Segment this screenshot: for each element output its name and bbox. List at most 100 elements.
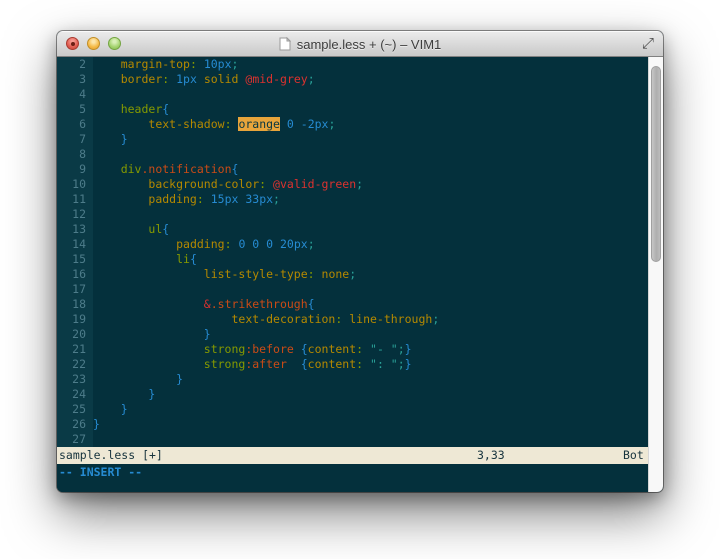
code-line[interactable]: 16 list-style-type: none;: [57, 267, 648, 282]
search-highlight: orange: [238, 117, 280, 131]
code-line[interactable]: 24 }: [57, 387, 648, 402]
code-token: {: [301, 357, 308, 371]
code-line[interactable]: 23 }: [57, 372, 648, 387]
code-token: [93, 132, 121, 146]
code-line[interactable]: 21 strong:before {content: "- ";}: [57, 342, 648, 357]
code-text: }: [93, 387, 648, 402]
code-text: div.notification{: [93, 162, 648, 177]
code-token: div: [121, 162, 142, 176]
code-text: &.strikethrough{: [93, 297, 648, 312]
code-token: [93, 357, 204, 371]
code-line[interactable]: 6 text-shadow: orange 0 -2px;: [57, 117, 648, 132]
code-line[interactable]: 5 header{: [57, 102, 648, 117]
code-line[interactable]: 25 }: [57, 402, 648, 417]
code-line[interactable]: 4: [57, 87, 648, 102]
code-line[interactable]: 11 padding: 15px 33px;: [57, 192, 648, 207]
code-token: 0 -2px: [287, 117, 329, 131]
code-token: ;: [308, 237, 315, 251]
code-line[interactable]: 22 strong:after {content: ": ";}: [57, 357, 648, 372]
code-token: text-decoration: [231, 312, 335, 326]
line-number: 9: [57, 162, 93, 177]
minimize-button[interactable]: [87, 37, 100, 50]
line-number: 3: [57, 72, 93, 87]
code-line[interactable]: 27: [57, 432, 648, 447]
code-token: [93, 222, 148, 236]
code-token: }: [93, 417, 100, 431]
code-token: [93, 387, 148, 401]
code-text: text-shadow: orange 0 -2px;: [93, 117, 648, 132]
code-line[interactable]: 18 &.strikethrough{: [57, 297, 648, 312]
code-token: @mid-grey: [245, 72, 307, 86]
code-line[interactable]: 2 margin-top: 10px;: [57, 57, 648, 72]
code-line[interactable]: 17: [57, 282, 648, 297]
line-number: 12: [57, 207, 93, 222]
code-line[interactable]: 14 padding: 0 0 0 20px;: [57, 237, 648, 252]
vim-command-line: -- INSERT --: [57, 464, 648, 492]
code-token: [93, 237, 176, 251]
editor-area: 2 margin-top: 10px;3 border: 1px solid @…: [57, 57, 663, 492]
code-line[interactable]: 19 text-decoration: line-through;: [57, 312, 648, 327]
code-token: [93, 177, 148, 191]
code-text: ul{: [93, 222, 648, 237]
code-line[interactable]: 12: [57, 207, 648, 222]
code-text: [93, 207, 648, 222]
code-text: list-style-type: none;: [93, 267, 648, 282]
code-text: }: [93, 132, 648, 147]
code-text: [93, 432, 648, 447]
code-token: 0 0 0 20px: [238, 237, 307, 251]
code-text: background-color: @valid-green;: [93, 177, 648, 192]
line-number: 21: [57, 342, 93, 357]
line-number: 19: [57, 312, 93, 327]
code-token: {: [162, 222, 169, 236]
code-buffer[interactable]: 2 margin-top: 10px;3 border: 1px solid @…: [57, 57, 648, 447]
code-line[interactable]: 15 li{: [57, 252, 648, 267]
code-token: [204, 192, 211, 206]
code-line[interactable]: 3 border: 1px solid @mid-grey;: [57, 72, 648, 87]
code-line[interactable]: 9 div.notification{: [57, 162, 648, 177]
fullscreen-icon[interactable]: ⤢: [639, 34, 657, 52]
line-number: 14: [57, 237, 93, 252]
line-number: 17: [57, 282, 93, 297]
zoom-button[interactable]: [108, 37, 121, 50]
code-token: }: [121, 402, 128, 416]
line-number: 8: [57, 147, 93, 162]
code-token: [280, 117, 287, 131]
code-token: {: [301, 342, 308, 356]
scrollbar-track[interactable]: [648, 57, 663, 492]
code-token: "- ": [370, 342, 398, 356]
code-text: }: [93, 327, 648, 342]
code-token: margin-top: [121, 57, 190, 71]
code-token: [363, 342, 370, 356]
code-token: {: [190, 252, 197, 266]
code-text: [93, 282, 648, 297]
close-button[interactable]: [66, 37, 79, 50]
code-token: ;: [349, 267, 356, 281]
window-titlebar[interactable]: sample.less + (~) – VIM1 ⤢: [57, 31, 663, 57]
code-line[interactable]: 10 background-color: @valid-green;: [57, 177, 648, 192]
code-token: [93, 117, 148, 131]
code-token: [93, 327, 204, 341]
code-token: ;: [398, 342, 405, 356]
code-line[interactable]: 26}: [57, 417, 648, 432]
line-number: 7: [57, 132, 93, 147]
line-number: 15: [57, 252, 93, 267]
code-line[interactable]: 13 ul{: [57, 222, 648, 237]
code-line[interactable]: 20 }: [57, 327, 648, 342]
scrollbar-thumb[interactable]: [651, 66, 661, 262]
window-title: sample.less + (~) – VIM1: [297, 37, 442, 52]
code-token: &: [204, 297, 211, 311]
code-text: border: 1px solid @mid-grey;: [93, 72, 648, 87]
code-text: }: [93, 402, 648, 417]
code-line[interactable]: 7 }: [57, 132, 648, 147]
line-number: 20: [57, 327, 93, 342]
code-line[interactable]: 8: [57, 147, 648, 162]
line-number: 2: [57, 57, 93, 72]
code-text: header{: [93, 102, 648, 117]
code-token: [93, 372, 176, 386]
line-number: 10: [57, 177, 93, 192]
code-text: }: [93, 417, 648, 432]
code-text: padding: 0 0 0 20px;: [93, 237, 648, 252]
code-token: ": ": [370, 357, 398, 371]
code-token: [93, 102, 121, 116]
line-number: 22: [57, 357, 93, 372]
